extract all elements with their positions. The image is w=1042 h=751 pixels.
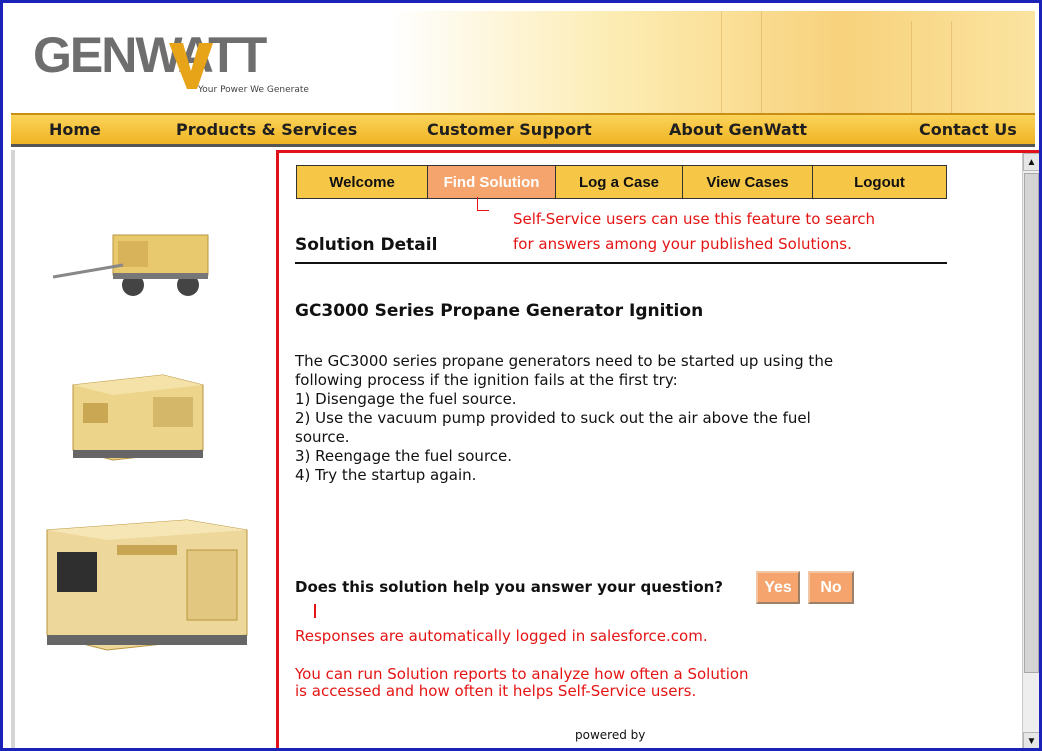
browser-frame: GENWATT Your Power We Generate Home Prod… xyxy=(0,0,1042,751)
solution-body-line: 4) Try the startup again. xyxy=(295,466,477,484)
annotation-reports-line1: You can run Solution reports to analyze … xyxy=(295,665,749,683)
vertical-scrollbar[interactable]: ▲ ▼ xyxy=(1022,153,1039,748)
annotation-find-solution-line2: for answers among your published Solutio… xyxy=(513,235,852,253)
tab-view-cases[interactable]: View Cases xyxy=(683,166,813,198)
nav-about-genwatt[interactable]: About GenWatt xyxy=(669,120,807,139)
solution-body-line: following process if the ignition fails … xyxy=(295,371,678,389)
portable-generator-image xyxy=(52,234,209,296)
annotation-responses-logged: Responses are automatically logged in sa… xyxy=(295,627,708,645)
large-generator-image xyxy=(46,519,248,651)
logo-tagline: Your Power We Generate xyxy=(198,85,309,95)
scroll-down-arrow-icon[interactable]: ▼ xyxy=(1023,732,1039,748)
solution-body-line: source. xyxy=(295,428,350,446)
left-product-panel xyxy=(11,150,276,748)
section-divider xyxy=(295,262,947,264)
yes-button[interactable]: Yes xyxy=(756,571,800,604)
solution-body-line: 1) Disengage the fuel source. xyxy=(295,390,517,408)
powered-by-label: powered by xyxy=(575,728,646,742)
scrollbar-thumb[interactable] xyxy=(1024,173,1039,673)
annotation-reports-line2: is accessed and how often it helps Self-… xyxy=(295,682,697,700)
genwatt-logo[interactable]: GENWATT Your Power We Generate xyxy=(33,25,353,105)
solution-title: GC3000 Series Propane Generator Ignition xyxy=(295,301,704,321)
solution-body-line: 3) Reengage the fuel source. xyxy=(295,447,513,465)
scroll-up-arrow-icon[interactable]: ▲ xyxy=(1023,153,1039,171)
tab-logout[interactable]: Logout xyxy=(813,166,946,198)
nav-home[interactable]: Home xyxy=(49,120,101,139)
nav-contact-us[interactable]: Contact Us xyxy=(919,120,1017,139)
helpfulness-question: Does this solution help you answer your … xyxy=(295,578,724,596)
solution-body: The GC3000 series propane generators nee… xyxy=(295,352,935,485)
solution-content-pane: Welcome Find Solution Log a Case View Ca… xyxy=(276,150,1039,748)
logo-bolt-icon xyxy=(169,43,213,89)
solution-body-line: 2) Use the vacuum pump provided to suck … xyxy=(295,409,811,427)
enclosed-generator-image xyxy=(72,374,204,461)
logo-text: GENWATT xyxy=(33,27,267,83)
portal-tabs: Welcome Find Solution Log a Case View Ca… xyxy=(296,165,947,199)
section-title: Solution Detail xyxy=(295,235,438,255)
annotation-hook-line xyxy=(477,197,489,211)
no-button[interactable]: No xyxy=(808,571,854,604)
annotation-find-solution-line1: Self-Service users can use this feature … xyxy=(513,210,876,228)
tab-log-a-case[interactable]: Log a Case xyxy=(556,166,683,198)
nav-products-services[interactable]: Products & Services xyxy=(176,120,357,139)
solution-body-line: The GC3000 series propane generators nee… xyxy=(295,352,834,370)
tab-find-solution[interactable]: Find Solution xyxy=(428,166,556,198)
main-nav: Home Products & Services Customer Suppor… xyxy=(11,113,1035,147)
site-header: GENWATT Your Power We Generate xyxy=(11,11,1035,113)
header-banner-image xyxy=(391,11,1035,113)
nav-customer-support[interactable]: Customer Support xyxy=(427,120,592,139)
tab-welcome[interactable]: Welcome xyxy=(297,166,428,198)
annotation-tick-mark xyxy=(314,604,316,618)
